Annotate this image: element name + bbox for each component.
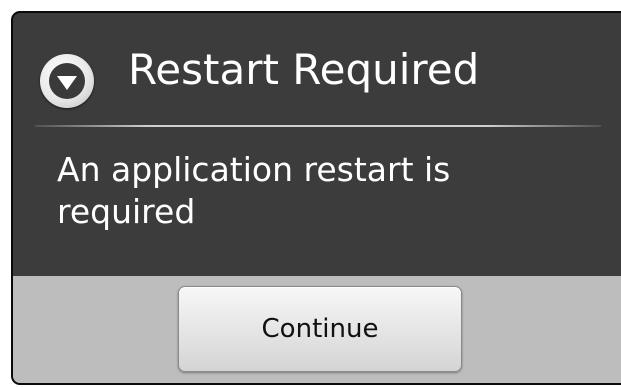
title-divider [35, 125, 601, 127]
continue-button[interactable]: Continue [178, 286, 462, 372]
restart-required-dialog: Restart Required An application restart … [11, 11, 621, 385]
info-down-arrow-icon [40, 54, 94, 108]
dialog-message: An application restart is required [57, 150, 451, 231]
dialog-title: Restart Required [128, 45, 480, 94]
dialog-title-bar: Restart Required [13, 13, 621, 131]
dialog-button-bar: Continue [13, 276, 621, 383]
